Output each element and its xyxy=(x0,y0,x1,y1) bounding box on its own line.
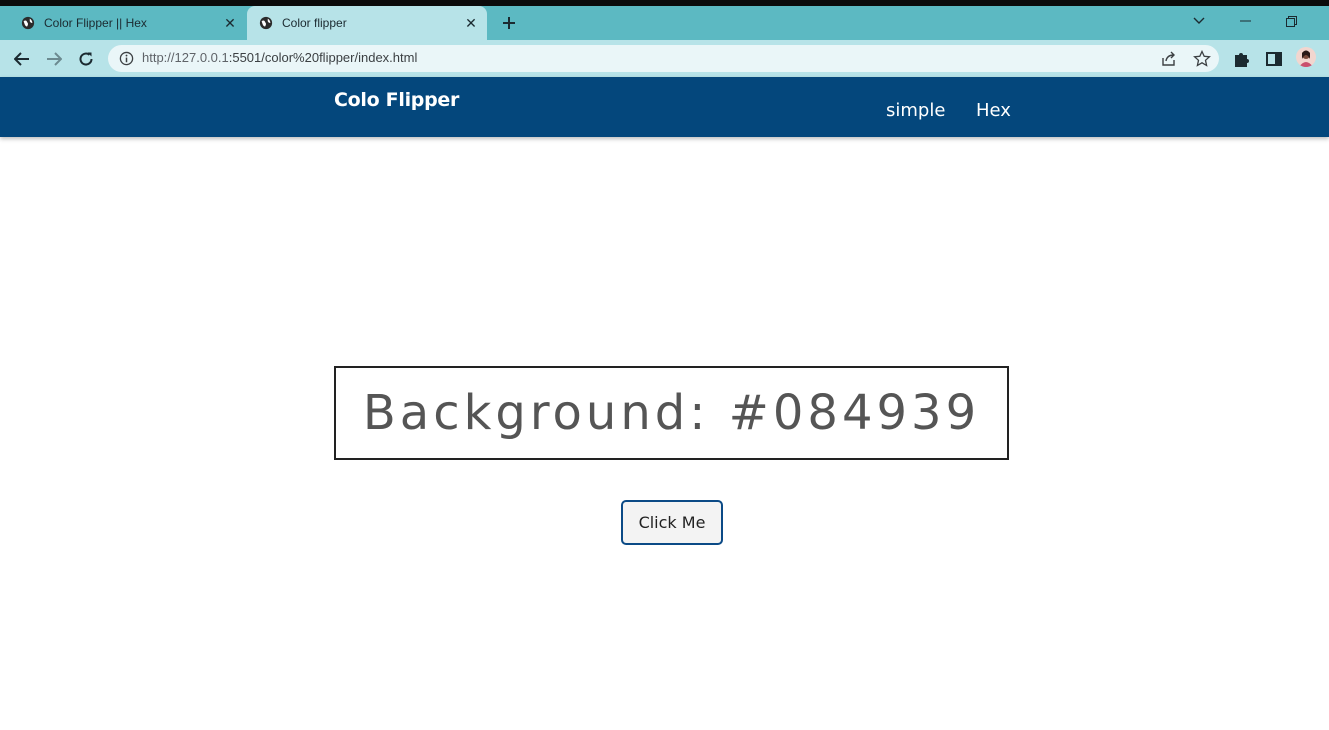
tab-bar: Color Flipper || Hex ✕ Color flipper ✕ xyxy=(0,6,1329,40)
plus-icon xyxy=(503,17,515,29)
back-button[interactable] xyxy=(11,48,33,70)
share-icon[interactable] xyxy=(1160,50,1178,68)
reload-icon xyxy=(79,52,93,66)
tab-search-button[interactable] xyxy=(1176,6,1222,36)
tab-title: Color flipper xyxy=(282,16,347,30)
minimize-button[interactable] xyxy=(1222,6,1268,36)
forward-button[interactable] xyxy=(43,48,65,70)
browser-toolbar: http://127.0.0.1:5501/color%20flipper/in… xyxy=(0,40,1329,77)
nav-link-simple[interactable]: simple xyxy=(886,100,945,121)
avatar[interactable] xyxy=(1296,47,1316,67)
background-color-text: Background: #084939 xyxy=(362,385,981,441)
arrow-right-icon xyxy=(47,52,62,66)
restore-button[interactable] xyxy=(1268,6,1314,36)
tab-color-flipper[interactable]: Color flipper ✕ xyxy=(247,6,487,40)
url-text[interactable]: http://127.0.0.1:5501/color%20flipper/in… xyxy=(142,50,417,65)
tab-color-flipper-hex[interactable]: Color Flipper || Hex ✕ xyxy=(0,6,246,40)
site-navbar: Colo Flipper simple Hex xyxy=(0,77,1329,137)
url-path: :5501/color%20flipper/index.html xyxy=(228,50,418,65)
minimize-icon xyxy=(1239,20,1251,22)
reload-button[interactable] xyxy=(75,48,97,70)
url-host: http://127.0.0.1 xyxy=(142,50,229,65)
nav-link-hex[interactable]: Hex xyxy=(976,100,1011,121)
star-icon[interactable] xyxy=(1193,50,1211,68)
profile-avatar-icon xyxy=(1299,50,1313,67)
click-me-button[interactable]: Click Me xyxy=(621,500,723,545)
tab-title: Color Flipper || Hex xyxy=(44,16,147,30)
background-color-display: Background: #084939 xyxy=(334,366,1009,460)
arrow-left-icon xyxy=(14,52,29,66)
globe-icon xyxy=(21,16,35,30)
close-icon[interactable]: ✕ xyxy=(459,15,483,32)
globe-icon xyxy=(259,16,273,30)
info-icon[interactable] xyxy=(119,51,134,66)
site-brand[interactable]: Colo Flipper xyxy=(334,89,459,111)
restore-icon xyxy=(1285,15,1297,27)
new-tab-button[interactable] xyxy=(499,13,519,33)
address-bar[interactable]: http://127.0.0.1:5501/color%20flipper/in… xyxy=(108,45,1219,72)
puzzle-icon[interactable] xyxy=(1232,49,1252,69)
close-icon[interactable]: ✕ xyxy=(218,15,242,32)
side-panel-icon[interactable] xyxy=(1264,49,1284,69)
chevron-down-icon xyxy=(1193,17,1205,24)
